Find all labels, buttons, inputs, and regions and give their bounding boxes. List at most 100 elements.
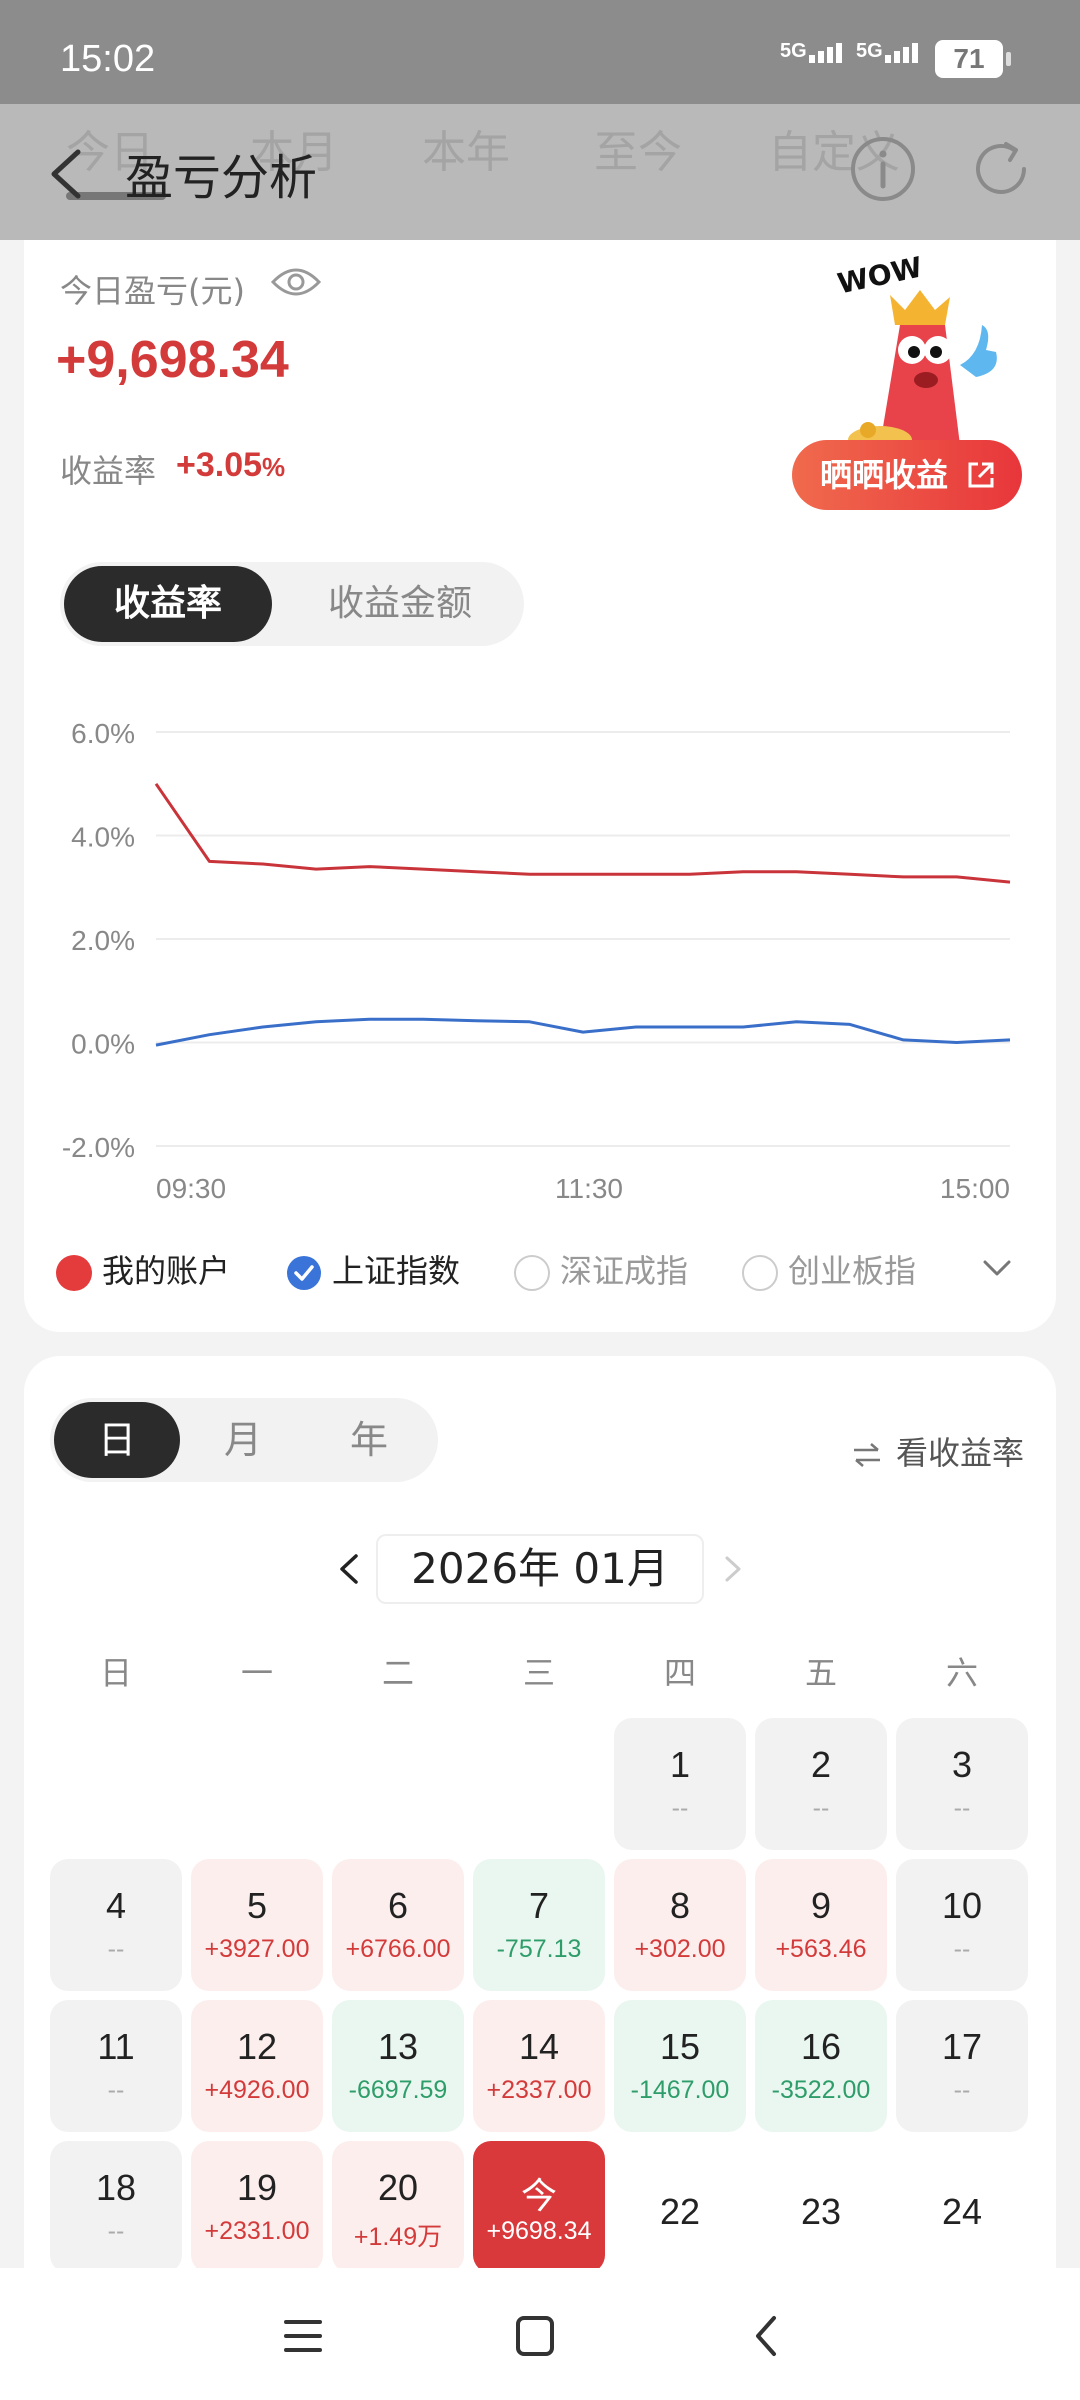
info-icon[interactable] (848, 134, 918, 204)
calendar-day[interactable]: 8 +302.00 (614, 1859, 746, 1991)
month-picker[interactable]: 2026年 01月 (376, 1534, 704, 1604)
toggle-return-amount[interactable]: 收益金额 (280, 566, 520, 642)
back-icon[interactable] (742, 2314, 792, 2358)
menu-icon[interactable] (278, 2314, 328, 2358)
legend-dot-icon (56, 1255, 92, 1291)
chevron-right-icon[interactable] (722, 1554, 744, 1584)
legend-sse-index[interactable]: 上证指数 (286, 1246, 460, 1290)
status-bar: 15:02 5G 5G 71 (0, 0, 1080, 104)
day-pl-value: -- (953, 2076, 971, 2104)
day-number: 13 (377, 2026, 419, 2067)
share-earnings-button[interactable]: 晒晒收益 (792, 440, 1022, 510)
calendar-day[interactable]: 24 (896, 2141, 1028, 2273)
tab-month-granularity[interactable]: 月 (180, 1402, 306, 1478)
calendar-day[interactable]: 16 -3522.00 (755, 2000, 887, 2132)
weekday-label: 一 (240, 1654, 273, 1692)
legend-label: 深证成指 (560, 1252, 689, 1290)
eye-icon[interactable] (270, 264, 322, 300)
return-rate-chart: 6.0% 4.0% 2.0% 0.0% -2.0% 09:30 11:30 15:00 (62, 718, 1011, 1204)
back-arrow-icon[interactable] (40, 144, 100, 204)
legend-label: 我的账户 (102, 1252, 231, 1290)
checkmark-circle-icon (287, 1256, 321, 1290)
calendar-day[interactable]: 17 -- (896, 2000, 1028, 2132)
calendar-day[interactable]: 12 +4926.00 (191, 2000, 323, 2132)
calendar-day[interactable]: 15 -1467.00 (614, 2000, 746, 2132)
today-pl-value: +9,698.34 (56, 331, 289, 389)
tab-to-date[interactable]: 至今 (594, 116, 682, 180)
wow-mascot-image: WOW (835, 255, 997, 454)
calendar-day[interactable]: 13 -6697.59 (332, 2000, 464, 2132)
day-number: 19 (236, 2167, 278, 2208)
calendar-day[interactable]: 23 (755, 2141, 887, 2273)
calendar-day[interactable]: 5 +3927.00 (191, 1859, 323, 1991)
calendar-day[interactable]: 20 +1.49万 (332, 2141, 464, 2273)
x-tick-label: 11:30 (555, 1173, 623, 1204)
day-pl-value: +9698.34 (486, 2217, 592, 2245)
day-number: 16 (800, 2026, 842, 2067)
x-tick-label: 09:30 (156, 1173, 226, 1204)
home-icon[interactable] (510, 2314, 560, 2358)
calendar-day-today[interactable]: 今 +9698.34 (473, 2141, 605, 2273)
calendar-day[interactable]: 10 -- (896, 1859, 1028, 1991)
calendar-day[interactable]: 1 -- (614, 1718, 746, 1850)
calendar-day[interactable]: 19 +2331.00 (191, 2141, 323, 2273)
mascot-text: WOW (835, 255, 926, 300)
calendar-day[interactable]: 9 +563.46 (755, 1859, 887, 1991)
my-account-series-line (154, 782, 1011, 884)
chevron-left-icon[interactable] (336, 1552, 362, 1586)
refresh-icon[interactable] (966, 134, 1036, 204)
signal-label: 5G (856, 40, 883, 62)
day-number: 14 (518, 2026, 560, 2067)
weekday-label: 日 (99, 1654, 132, 1692)
day-number: 5 (246, 1885, 268, 1926)
day-number: 15 (659, 2026, 701, 2067)
calendar-day[interactable]: 22 (614, 2141, 746, 2273)
tab-day[interactable]: 日 (54, 1402, 180, 1478)
day-pl-value: -- (671, 1794, 689, 1822)
weekday-label: 二 (381, 1654, 414, 1692)
calendar-day[interactable]: 18 -- (50, 2141, 182, 2273)
battery-icon: 71 (935, 40, 1011, 78)
calendar-day[interactable]: 14 +2337.00 (473, 2000, 605, 2132)
weekday-label: 四 (663, 1654, 696, 1692)
granularity-toggle: 日 月 年 (50, 1398, 438, 1482)
day-pl-value: -757.13 (496, 1935, 582, 1963)
external-link-icon (968, 462, 994, 488)
return-rate-label: 收益率 (60, 452, 157, 490)
calendar-day[interactable]: 11 -- (50, 2000, 182, 2132)
day-number: 10 (941, 1885, 983, 1926)
y-tick-label: 4.0% (71, 822, 135, 853)
today-pl-label: 今日盈亏(元) (60, 272, 245, 310)
return-rate-unit: % (262, 452, 286, 482)
day-number: 今 (520, 2175, 557, 2216)
tab-year[interactable]: 本年 (422, 116, 510, 180)
day-number: 20 (377, 2167, 419, 2208)
page-title: 盈亏分析 (125, 150, 318, 206)
calendar-day[interactable]: 2 -- (755, 1718, 887, 1850)
day-number: 3 (951, 1744, 973, 1785)
legend-my-account[interactable]: 我的账户 (56, 1246, 231, 1291)
day-pl-value: +1.49万 (353, 2223, 443, 2251)
signal-5g-icon: 5G (780, 40, 845, 63)
day-number: 12 (236, 2026, 278, 2067)
day-pl-value: +2337.00 (486, 2076, 592, 2104)
legend-szse-index[interactable]: 深证成指 (514, 1246, 689, 1291)
chevron-down-icon[interactable] (982, 1256, 1012, 1280)
weekday-label: 三 (522, 1654, 555, 1692)
legend-chinext-index[interactable]: 创业板指 (742, 1246, 916, 1291)
calendar-day[interactable]: 3 -- (896, 1718, 1028, 1850)
y-tick-label: 0.0% (71, 1029, 135, 1060)
calendar-day[interactable]: 7 -757.13 (473, 1859, 605, 1991)
day-number: 8 (669, 1885, 691, 1926)
day-pl-value: -- (812, 1794, 830, 1822)
calendar-day[interactable]: 4 -- (50, 1859, 182, 1991)
day-number: 6 (387, 1885, 409, 1926)
calendar-day[interactable]: 6 +6766.00 (332, 1859, 464, 1991)
day-pl-value: -- (107, 2076, 125, 2104)
tab-year-granularity[interactable]: 年 (306, 1402, 432, 1478)
day-number: 2 (810, 1744, 832, 1785)
view-return-rate-button[interactable]: 看收益率 (852, 1428, 1024, 1474)
toggle-return-rate[interactable]: 收益率 (64, 566, 272, 642)
day-pl-value: +6766.00 (345, 1935, 451, 1963)
day-pl-value: +4926.00 (204, 2076, 310, 2104)
